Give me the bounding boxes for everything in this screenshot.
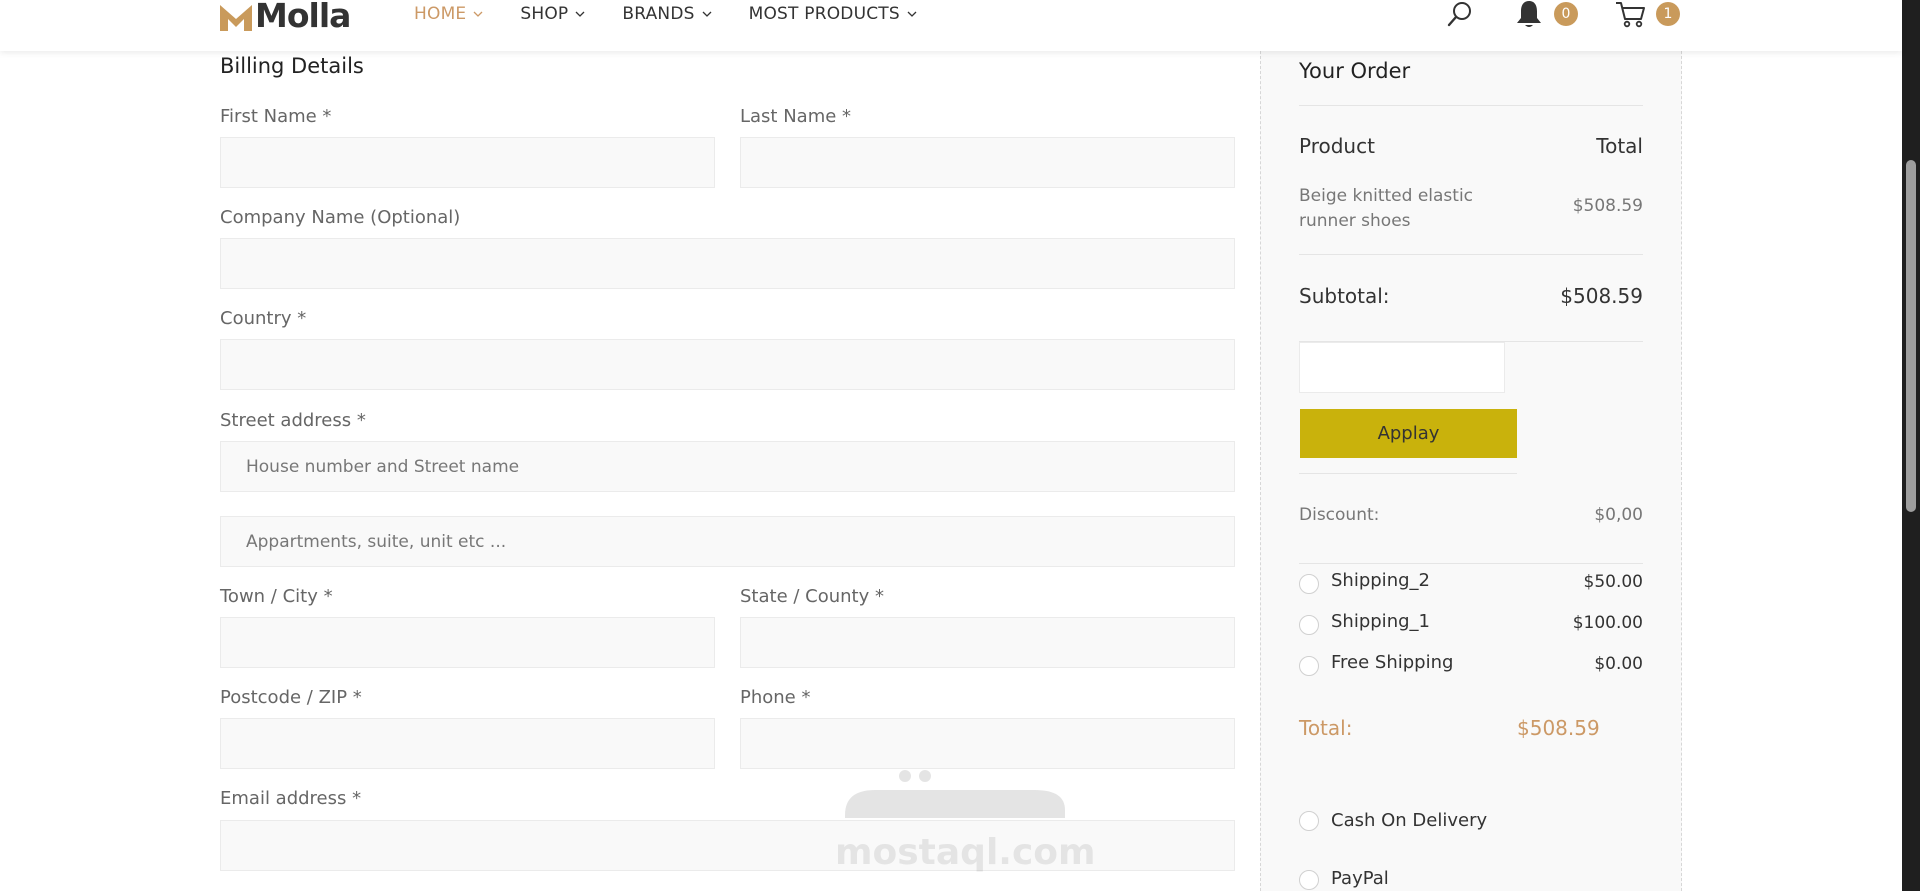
apply-coupon-button[interactable]: Applay [1300,409,1517,458]
bell-icon [1517,1,1541,27]
nav-most-products-label: MOST PRODUCTS [748,4,900,24]
cash-on-delivery-label[interactable]: Cash On Delivery [1331,810,1487,831]
cart-count-badge: 1 [1656,2,1680,26]
search-icon[interactable] [1446,0,1474,28]
nav-brands-label: BRANDS [622,4,695,24]
site-header: Molla HOME SHOP BRANDS MOST PRODUCTS 0 1 [0,0,1902,51]
chevron-down-icon [473,11,483,17]
city-field[interactable] [220,617,715,668]
order-summary: Your Order Product Total Beige knitted e… [1260,51,1682,891]
discount-label: Discount: [1299,505,1380,525]
nav-shop-label: SHOP [520,4,569,24]
product-price: $508.59 [1572,196,1643,216]
scrollbar-thumb[interactable] [1906,160,1916,512]
free-shipping-price: $0.00 [1594,654,1643,674]
cart-button[interactable]: 1 [1614,0,1680,29]
nav-most-products[interactable]: MOST PRODUCTS [749,4,918,24]
watermark-logo-icon [845,770,1065,818]
free-shipping-label[interactable]: Free Shipping [1331,652,1453,673]
subtotal-label: Subtotal: [1299,284,1390,308]
total-header: Total [1596,134,1643,158]
shipping-2-price: $50.00 [1583,572,1643,592]
notification-count-badge: 0 [1554,2,1578,26]
order-title: Your Order [1299,59,1411,83]
total-value: $508.59 [1517,716,1600,740]
watermark: mostaql.com [835,760,1096,880]
chevron-down-icon [702,11,712,17]
shipping-1-label[interactable]: Shipping_1 [1331,611,1430,632]
logo-text: Molla [255,0,351,35]
last-name-field[interactable] [740,137,1235,188]
divider [1299,254,1643,255]
paypal-label[interactable]: PayPal [1331,868,1389,889]
phone-label: Phone * [740,687,811,708]
nav-brands[interactable]: BRANDS [622,4,712,24]
chevron-down-icon [907,11,917,17]
shipping-1-radio[interactable] [1299,615,1319,635]
divider [1299,563,1643,564]
first-name-field[interactable] [220,137,715,188]
cash-on-delivery-radio[interactable] [1299,811,1319,831]
billing-title: Billing Details [220,54,364,78]
divider [1299,473,1517,474]
coupon-input[interactable] [1299,342,1505,393]
nav-shop[interactable]: SHOP [520,4,586,24]
first-name-label: First Name * [220,106,332,127]
city-label: Town / City * [220,586,333,607]
free-shipping-radio[interactable] [1299,656,1319,676]
header-actions: 0 1 [1446,0,1680,28]
state-label: State / County * [740,586,884,607]
nav-home-label: HOME [414,4,467,24]
logo-mark-icon [220,1,252,31]
country-label: Country * [220,308,307,329]
watermark-text: mostaql.com [835,832,1096,873]
notifications-button[interactable]: 0 [1514,0,1578,29]
product-name[interactable]: Beige knitted elastic runner shoes [1299,184,1499,234]
apartment-field[interactable] [220,516,1235,567]
company-label: Company Name (Optional) [220,207,461,228]
product-header: Product [1299,134,1375,158]
paypal-radio[interactable] [1299,870,1319,890]
chevron-down-icon [575,11,585,17]
shipping-2-radio[interactable] [1299,574,1319,594]
email-label: Email address * [220,788,362,809]
state-field[interactable] [740,617,1235,668]
company-field[interactable] [220,238,1235,289]
postcode-field[interactable] [220,718,715,769]
nav-home[interactable]: HOME [414,4,484,24]
total-label: Total: [1299,716,1353,740]
street-field[interactable] [220,441,1235,492]
subtotal-value: $508.59 [1560,284,1643,308]
country-field[interactable] [220,339,1235,390]
cart-icon [1616,2,1645,28]
discount-value: $0,00 [1594,505,1643,525]
street-label: Street address * [220,410,366,431]
main-nav: HOME SHOP BRANDS MOST PRODUCTS [414,0,954,28]
last-name-label: Last Name * [740,106,852,127]
postcode-label: Postcode / ZIP * [220,687,362,708]
shipping-2-label[interactable]: Shipping_2 [1331,570,1430,591]
logo[interactable]: Molla [220,0,351,35]
divider [1299,105,1643,106]
shipping-1-price: $100.00 [1572,613,1643,633]
